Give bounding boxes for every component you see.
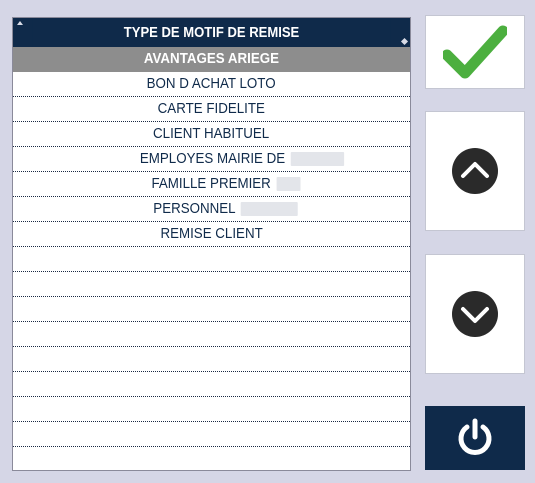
list-item-label: BON D ACHAT LOTO [146, 76, 276, 92]
list-item-bon-achat-loto[interactable]: BON D ACHAT LOTO [13, 72, 410, 97]
list-item-remise-client[interactable]: REMISE CLIENT [13, 222, 410, 247]
list-rows: AVANTAGES ARIEGE BON D ACHAT LOTO CARTE … [13, 47, 410, 470]
chevron-up-circle-icon [452, 148, 498, 194]
header-corner-diamond-icon [400, 37, 409, 46]
list-item-label: EMPLOYES MAIRIE DE [139, 151, 285, 167]
redacted-text [240, 202, 298, 216]
power-button[interactable] [425, 406, 525, 470]
list-item-empty[interactable] [13, 397, 410, 422]
list-item-label: PERSONNEL [153, 201, 236, 217]
power-icon [458, 418, 492, 455]
scroll-down-button[interactable] [425, 254, 525, 374]
list-item-famille-premier[interactable]: FAMILLE PREMIER [13, 172, 410, 197]
list-item-empty[interactable] [13, 272, 410, 297]
checkmark-icon [443, 25, 507, 79]
list-item-label: CLIENT HABITUEL [153, 126, 270, 142]
list-item-personnel[interactable]: PERSONNEL [13, 197, 410, 222]
list-item-empty[interactable] [13, 372, 410, 397]
list-item-carte-fidelite[interactable]: CARTE FIDELITE [13, 97, 410, 122]
redacted-text [275, 177, 300, 191]
list-header: TYPE DE MOTIF DE REMISE [13, 18, 410, 47]
list-item-label: REMISE CLIENT [160, 226, 263, 242]
list-item-empty[interactable] [13, 297, 410, 322]
list-item-avantages-ariege[interactable]: AVANTAGES ARIEGE [13, 47, 410, 72]
scroll-up-button[interactable] [425, 111, 525, 231]
list-item-label: AVANTAGES ARIEGE [143, 51, 280, 67]
list-item-client-habituel[interactable]: CLIENT HABITUEL [13, 122, 410, 147]
header-corner-triangle-icon [17, 21, 23, 25]
chevron-down-circle-icon [452, 291, 498, 337]
list-item-empty[interactable] [13, 447, 410, 470]
list-header-title: TYPE DE MOTIF DE REMISE [32, 18, 391, 47]
list-item-empty[interactable] [13, 422, 410, 447]
list-item-empty[interactable] [13, 347, 410, 372]
discount-reason-list: TYPE DE MOTIF DE REMISE AVANTAGES ARIEGE… [12, 17, 411, 471]
redacted-text [290, 152, 344, 166]
validate-button[interactable] [425, 15, 525, 89]
list-item-empty[interactable] [13, 247, 410, 272]
list-item-label: CARTE FIDELITE [157, 101, 266, 117]
list-item-label: FAMILLE PREMIER [151, 176, 271, 192]
list-item-employes-mairie[interactable]: EMPLOYES MAIRIE DE [13, 147, 410, 172]
list-item-empty[interactable] [13, 322, 410, 347]
